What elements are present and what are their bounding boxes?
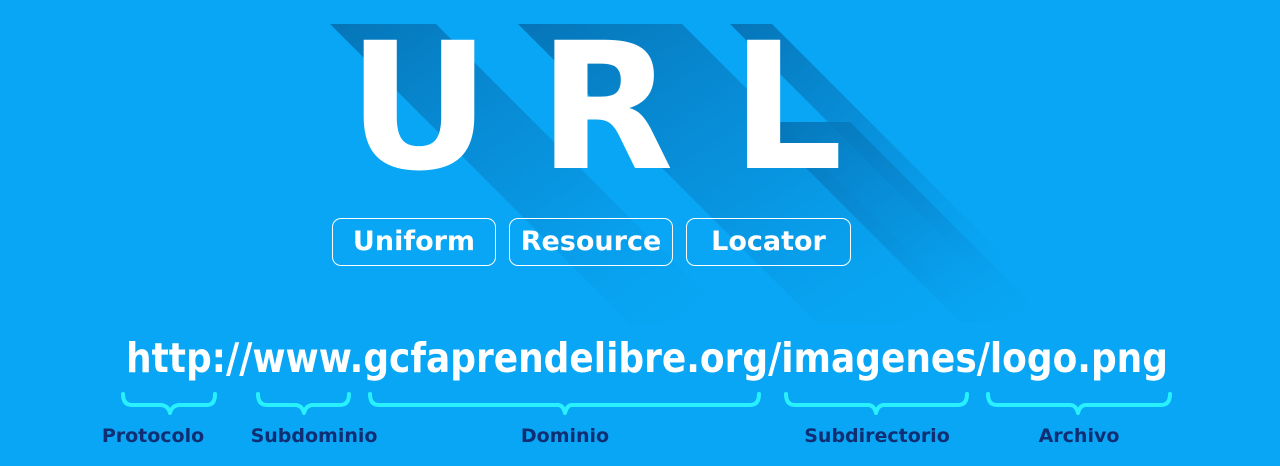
example-url: http://www.gcfaprendelibre.org/imagenes/… bbox=[126, 334, 1168, 382]
brace-archivo bbox=[986, 392, 1172, 415]
pill-locator: Locator bbox=[686, 218, 851, 266]
label-subdominio: Subdominio bbox=[250, 425, 378, 447]
url-segment-protocol: http:// bbox=[126, 334, 252, 382]
label-subdirectorio: Subdirectorio bbox=[804, 425, 950, 447]
label-protocolo: Protocolo bbox=[101, 425, 205, 447]
label-archivo: Archivo bbox=[1038, 425, 1120, 447]
segment-braces bbox=[121, 392, 1172, 415]
brace-subdirectorio bbox=[784, 392, 969, 415]
title-letter-l: L bbox=[731, 5, 843, 210]
url-segment-subdomain: www. bbox=[252, 334, 363, 382]
brace-dominio bbox=[368, 392, 761, 415]
title-letter-r: R bbox=[538, 5, 674, 210]
pill-resource: Resource bbox=[509, 218, 673, 266]
brace-protocolo bbox=[121, 392, 217, 415]
brace-subdominio bbox=[256, 392, 351, 415]
label-dominio: Dominio bbox=[520, 425, 610, 447]
url-segment-domain: gcfaprendelibre.org/ bbox=[363, 334, 781, 382]
title-letter-u: U bbox=[348, 5, 491, 210]
url-segment-subdirectory: imagenes/ bbox=[781, 334, 990, 382]
url-segment-file: logo.png bbox=[990, 334, 1168, 382]
pill-uniform: Uniform bbox=[332, 218, 496, 266]
